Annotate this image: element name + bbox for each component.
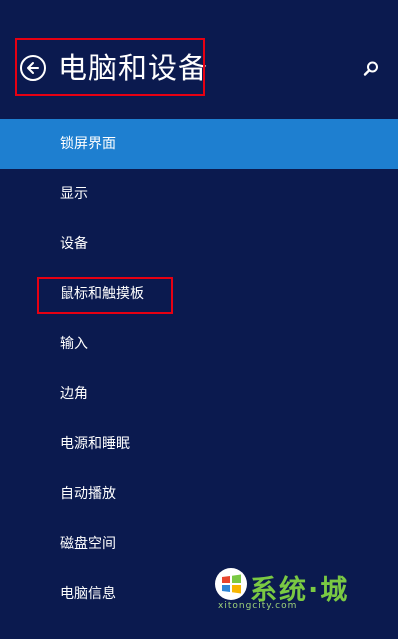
menu-item-disk-space[interactable]: 磁盘空间 [0, 519, 398, 569]
menu-item-label: 磁盘空间 [60, 536, 116, 552]
title-highlight-box [15, 38, 205, 96]
mouse-touchpad-highlight-box [37, 277, 173, 314]
watermark: 系统·城 xitongcity.com [212, 565, 362, 615]
menu-item-label: 自动播放 [60, 486, 116, 502]
menu-item-devices[interactable]: 设备 [0, 219, 398, 269]
search-button[interactable] [362, 60, 380, 78]
search-icon [363, 61, 378, 76]
menu-item-label: 锁屏界面 [60, 136, 116, 152]
windows-logo-icon [215, 568, 247, 600]
settings-menu: 锁屏界面 显示 设备 鼠标和触摸板 输入 边角 电源和睡眠 自动播放 磁盘空间 … [0, 119, 398, 619]
menu-item-lock-screen[interactable]: 锁屏界面 [0, 119, 398, 169]
menu-item-label: 输入 [60, 336, 88, 352]
menu-item-corners-edges[interactable]: 边角 [0, 369, 398, 419]
menu-item-display[interactable]: 显示 [0, 169, 398, 219]
menu-item-label: 显示 [60, 186, 88, 202]
menu-item-label: 电源和睡眠 [60, 436, 130, 452]
menu-item-typing[interactable]: 输入 [0, 319, 398, 369]
menu-item-label: 电脑信息 [60, 586, 116, 602]
menu-item-label: 设备 [60, 236, 88, 252]
menu-item-power-sleep[interactable]: 电源和睡眠 [0, 419, 398, 469]
menu-item-label: 边角 [60, 386, 88, 402]
menu-item-autoplay[interactable]: 自动播放 [0, 469, 398, 519]
watermark-url: xitongcity.com [218, 601, 298, 611]
header: 电脑和设备 [0, 0, 398, 120]
